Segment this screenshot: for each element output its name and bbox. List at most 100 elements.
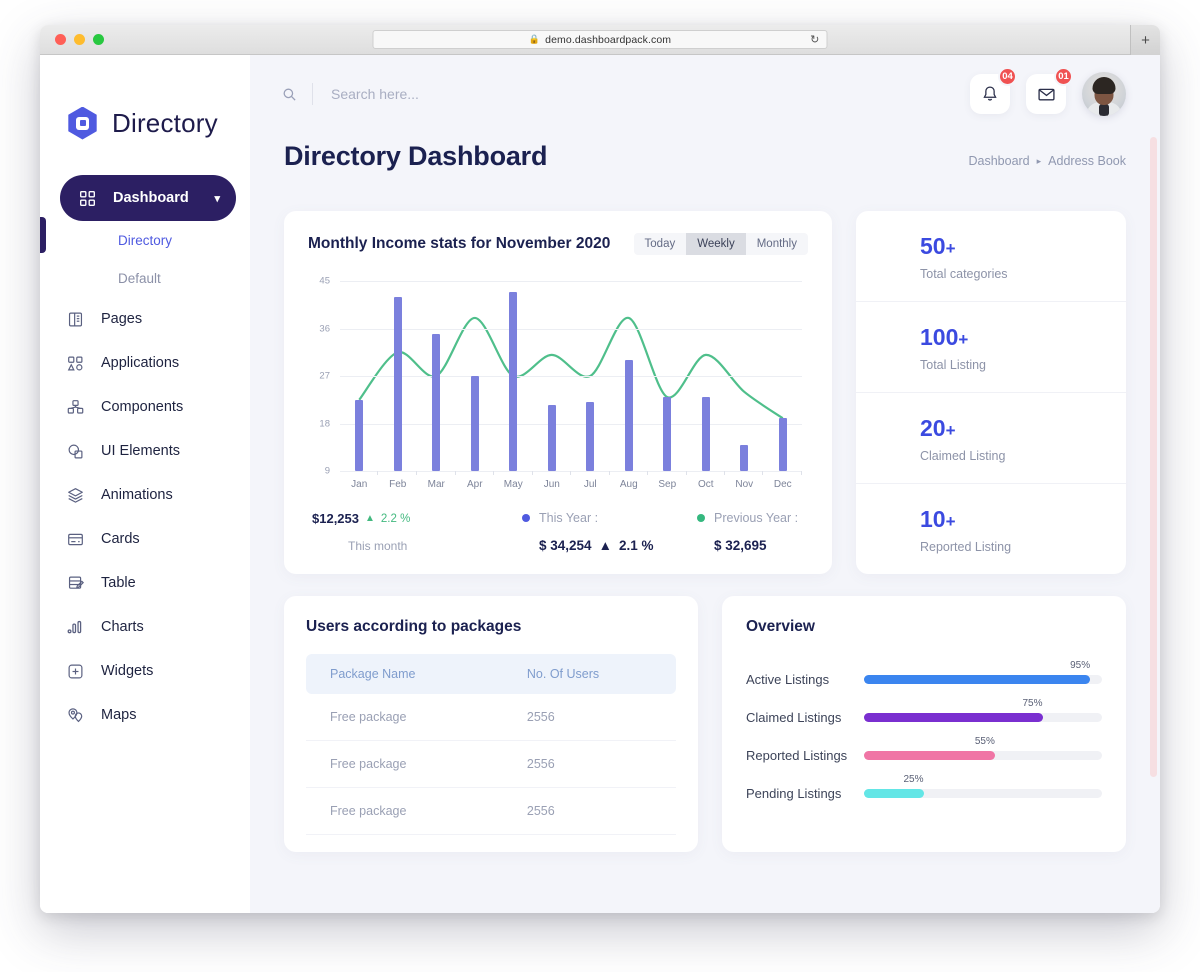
stat-total-categories: 50+ Total categories xyxy=(856,211,1126,302)
chart-plot-area xyxy=(340,281,802,471)
reload-icon[interactable]: ↻ xyxy=(810,33,819,46)
gridline xyxy=(340,424,802,425)
chart-bar[interactable] xyxy=(432,334,440,471)
previous-year-label: Previous Year : xyxy=(714,511,798,525)
stat-label: Total Listing xyxy=(920,358,1126,372)
main-area: 04 01 Directory Dashboard xyxy=(250,55,1160,913)
avatar[interactable] xyxy=(1082,72,1126,116)
packages-title: Users according to packages xyxy=(306,618,676,636)
chart-bar[interactable] xyxy=(394,297,402,471)
chart-bar[interactable] xyxy=(586,402,594,471)
table-icon xyxy=(66,574,85,593)
progress-fill xyxy=(864,789,924,798)
tab-weekly[interactable]: Weekly xyxy=(686,233,746,255)
new-tab-button[interactable]: + xyxy=(1130,25,1160,55)
chart-bar[interactable] xyxy=(702,397,710,471)
sidebar-subitem-default[interactable]: Default xyxy=(40,259,250,297)
chart-bar[interactable] xyxy=(471,376,479,471)
sidebar-item-dashboard[interactable]: Dashboard ▾ xyxy=(60,175,236,221)
tab-monthly[interactable]: Monthly xyxy=(746,233,808,255)
breadcrumb-item-address-book[interactable]: Address Book xyxy=(1048,154,1126,168)
sidebar-item-label: Applications xyxy=(101,355,179,371)
chart-bar[interactable] xyxy=(625,360,633,471)
chart-bar[interactable] xyxy=(779,418,787,471)
sidebar-item-animations[interactable]: Animations xyxy=(40,473,250,517)
chart-bar[interactable] xyxy=(509,292,517,471)
brand[interactable]: Directory xyxy=(40,83,250,153)
sidebar-item-table[interactable]: Table xyxy=(40,561,250,605)
sidebar-item-label: UI Elements xyxy=(101,443,180,459)
stat-total-listing: 100+ Total Listing xyxy=(856,302,1126,393)
packages-table: Package Name No. Of Users Free package25… xyxy=(306,654,676,835)
chart-bar[interactable] xyxy=(548,405,556,471)
x-axis-tick xyxy=(377,471,378,475)
cell-package-name: Free package xyxy=(306,741,517,788)
sidebar-item-label: Dashboard xyxy=(113,190,189,206)
stat-value: 50 xyxy=(920,233,946,259)
chart-bar[interactable] xyxy=(355,400,363,471)
breadcrumb-item-dashboard[interactable]: Dashboard xyxy=(968,154,1029,168)
table-row[interactable]: Free package2556 xyxy=(306,741,676,788)
x-axis-tick xyxy=(570,471,571,475)
progress-fill xyxy=(864,751,995,760)
overview-row: Claimed Listings75% xyxy=(746,698,1102,736)
x-axis-tick-label: Aug xyxy=(620,479,638,490)
address-bar[interactable]: 🔒 demo.dashboardpack.com ↻ xyxy=(373,30,828,49)
y-axis-tick-label: 27 xyxy=(308,371,330,382)
active-nav-indicator xyxy=(40,217,46,253)
progress-percent-label: 55% xyxy=(975,736,995,747)
cell-no-of-users: 2556 xyxy=(517,788,676,835)
notifications-button[interactable]: 04 xyxy=(970,74,1010,114)
window-controls[interactable] xyxy=(55,34,104,45)
sidebar-item-maps[interactable]: Maps xyxy=(40,693,250,737)
progress-track: 25% xyxy=(864,789,1102,798)
chart-range-tabs: Today Weekly Monthly xyxy=(634,233,808,255)
overview-label: Claimed Listings xyxy=(746,710,864,725)
x-axis-tick-label: Apr xyxy=(467,479,483,490)
tab-today[interactable]: Today xyxy=(634,233,687,255)
sidebar-item-charts[interactable]: Charts xyxy=(40,605,250,649)
sidebar-item-applications[interactable]: Applications xyxy=(40,341,250,385)
sidebar-item-pages[interactable]: Pages xyxy=(40,297,250,341)
table-row[interactable]: Free package2556 xyxy=(306,788,676,835)
sidebar-item-ui-elements[interactable]: UI Elements xyxy=(40,429,250,473)
minimize-window-button[interactable] xyxy=(74,34,85,45)
search-bar[interactable] xyxy=(274,83,631,105)
search-icon[interactable] xyxy=(274,87,304,102)
sidebar-item-label: Components xyxy=(101,399,183,415)
x-axis-tick xyxy=(724,471,725,475)
month-caption: This month xyxy=(312,539,522,553)
chart-bar[interactable] xyxy=(740,445,748,471)
x-axis-labels: JanFebMarAprMayJunJulAugSepOctNovDec xyxy=(340,479,802,497)
lock-icon: 🔒 xyxy=(529,34,540,45)
browser-window: 🔒 demo.dashboardpack.com ↻ + Directory xyxy=(40,25,1160,913)
y-axis-tick-label: 9 xyxy=(308,466,330,477)
sidebar-item-label: Cards xyxy=(101,531,140,547)
sidebar-item-label: Charts xyxy=(101,619,144,635)
column-header-no-of-users: No. Of Users xyxy=(517,654,676,694)
x-axis-tick-label: Mar xyxy=(428,479,445,490)
sidebar-subitem-directory[interactable]: Directory xyxy=(40,221,250,259)
gridline xyxy=(340,329,802,330)
x-axis-tick-label: Feb xyxy=(389,479,406,490)
maximize-window-button[interactable] xyxy=(93,34,104,45)
sidebar-item-label: Table xyxy=(101,575,136,591)
scrollbar-thumb[interactable] xyxy=(1150,137,1157,777)
page-header: Directory Dashboard Dashboard ▸ Address … xyxy=(250,133,1160,193)
layers-icon xyxy=(66,486,85,505)
chart-bar[interactable] xyxy=(663,397,671,471)
table-row[interactable]: Free package2556 xyxy=(306,694,676,741)
x-axis-tick-label: Jul xyxy=(584,479,597,490)
close-window-button[interactable] xyxy=(55,34,66,45)
search-input[interactable] xyxy=(331,86,631,102)
sidebar-item-cards[interactable]: Cards xyxy=(40,517,250,561)
sidebar-item-widgets[interactable]: Widgets xyxy=(40,649,250,693)
plus-box-icon xyxy=(66,662,85,681)
messages-button[interactable]: 01 xyxy=(1026,74,1066,114)
gridline xyxy=(340,376,802,377)
sidebar-item-components[interactable]: Components xyxy=(40,385,250,429)
users-packages-card: Users according to packages Package Name… xyxy=(284,596,698,852)
page-scrollbar[interactable] xyxy=(1150,85,1157,913)
dashboard-row-2: Users according to packages Package Name… xyxy=(284,596,1126,852)
stat-plus: + xyxy=(946,421,956,440)
